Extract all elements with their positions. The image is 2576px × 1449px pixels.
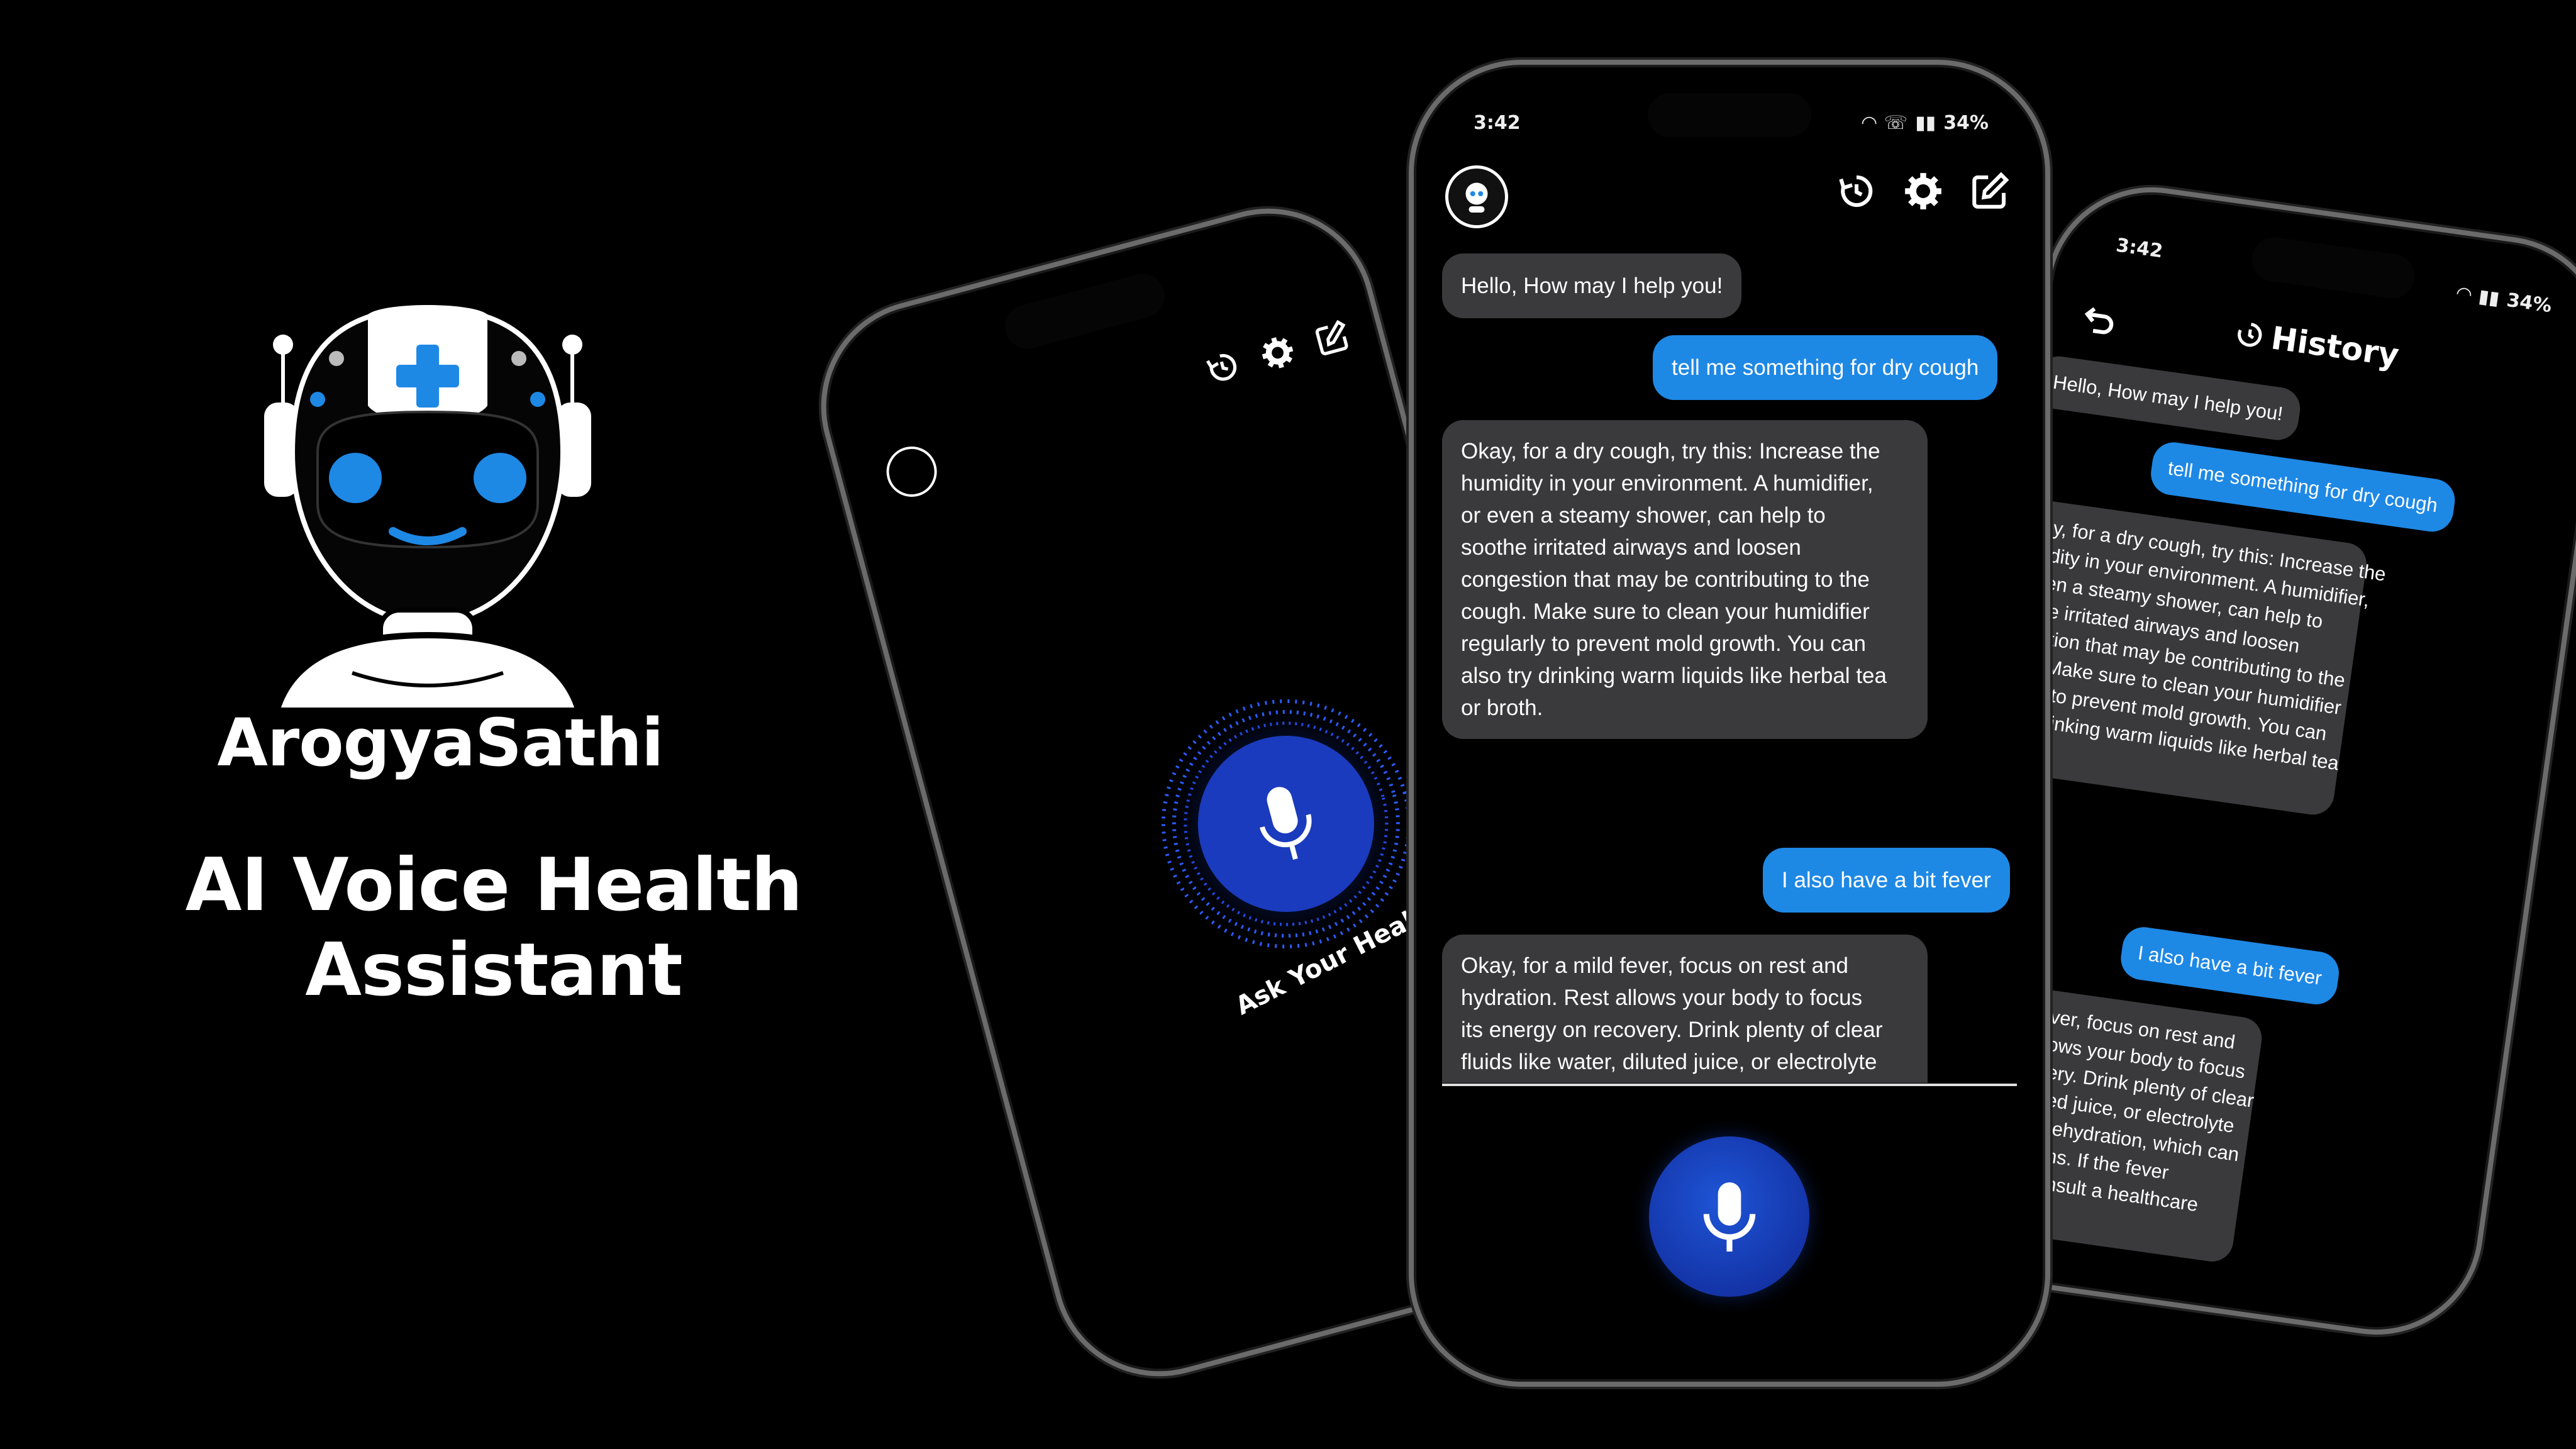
message-text: I also have a bit fever <box>2136 941 2323 989</box>
message-line: congestion that may be contributing to t… <box>1461 567 1870 592</box>
status-time: 3:42 <box>2114 234 2165 263</box>
message-text: tell me something for dry cough <box>1672 355 1979 380</box>
status-time: 3:42 <box>1474 112 1521 134</box>
bot-message: Okay, for a dry cough, try this: Increas… <box>1442 420 1928 739</box>
user-message: tell me something for dry cough <box>2148 440 2458 535</box>
message-line: or broth. <box>1461 696 1543 720</box>
history-title: History <box>2231 314 2401 374</box>
signal-icon: ▮▮ <box>2477 285 2501 310</box>
gear-icon[interactable] <box>1256 331 1299 375</box>
mic-button[interactable] <box>1649 1136 1809 1297</box>
message-text: Hello, How may I help you! <box>1461 274 1723 298</box>
history-icon <box>2238 323 2262 347</box>
signal-icon: ▮▮ <box>1915 112 1936 134</box>
message-line: solutions to prevent dehydration, which … <box>1461 1078 1909 1083</box>
message-line: humidity in your environment. A humidifi… <box>1461 471 1874 496</box>
phone-chat-screen: 3:42 ◠ ☏ ▮▮ 34% Hello, How may I help yo… <box>1409 60 2050 1387</box>
avatar-icon[interactable] <box>1445 165 1508 228</box>
chat-divider <box>1442 1084 2017 1086</box>
user-message: I also have a bit fever <box>1763 848 2010 913</box>
brand-name: ArogyaSathi <box>217 704 663 781</box>
message-text: I also have a bit fever <box>1782 868 1991 892</box>
dynamic-island <box>2249 234 2418 301</box>
message-line: cough. Make sure to clean your humidifie… <box>1461 599 1870 624</box>
message-line: regularly to prevent mold growth. You ca… <box>1461 631 1866 656</box>
user-message: I also have a bit fever <box>2118 924 2341 1008</box>
chat-thread: Hello, How may I help you! tell me someth… <box>1442 253 2017 1083</box>
message-line: Okay, for a mild fever, focus on rest an… <box>1461 953 1849 978</box>
message-line: hydration. Rest allows your body to focu… <box>1461 985 1863 1010</box>
wifi-icon: ◠ <box>1862 112 1877 134</box>
bot-message: Hello, How may I help you! <box>1442 253 1742 318</box>
history-icon[interactable] <box>1201 346 1245 389</box>
battery-level: 34% <box>2505 289 2553 318</box>
bot-message: Hello, How may I help you! <box>2033 353 2303 443</box>
tagline: AI Voice Health Assistant <box>185 843 803 1013</box>
dynamic-island <box>1648 93 1811 137</box>
dynamic-island <box>1000 269 1170 354</box>
message-text: Hello, How may I help you! <box>2051 370 2285 425</box>
gear-icon[interactable] <box>1902 170 1944 212</box>
message-text: tell me something for dry cough <box>2166 457 2440 517</box>
history-icon[interactable] <box>1836 170 1877 212</box>
avatar-icon[interactable] <box>880 440 943 502</box>
edit-icon[interactable] <box>1969 170 2011 212</box>
status-icons: ◠ ☏ ▮▮ 34% <box>1862 112 1989 134</box>
back-icon[interactable] <box>2078 299 2121 342</box>
user-message: tell me something for dry cough <box>1653 335 1998 400</box>
call-icon: ☏ <box>1884 112 1908 134</box>
edit-icon[interactable] <box>1311 316 1354 360</box>
message-line: fluids like water, diluted juice, or ele… <box>1461 1050 1877 1074</box>
battery-level: 34% <box>1943 112 1989 134</box>
message-line: Okay, for a dry cough, try this: Increas… <box>1461 439 1880 464</box>
robot-logo-icon <box>264 305 591 711</box>
message-line: soothe irritated airways and loosen <box>1461 535 1801 560</box>
history-title-text: History <box>2268 319 2402 374</box>
status-icons: ◠ ▮▮ 34% <box>2455 282 2553 318</box>
wifi-icon: ◠ <box>2455 282 2473 306</box>
message-line: also try drinking warm liquids like herb… <box>1461 663 1887 688</box>
message-line: its energy on recovery. Drink plenty of … <box>1461 1018 1883 1042</box>
mic-icon <box>1703 1182 1755 1252</box>
bot-message: Okay, for a mild fever, focus on rest an… <box>1442 935 1928 1083</box>
message-line: or even a steamy shower, can help to <box>1461 503 1826 528</box>
